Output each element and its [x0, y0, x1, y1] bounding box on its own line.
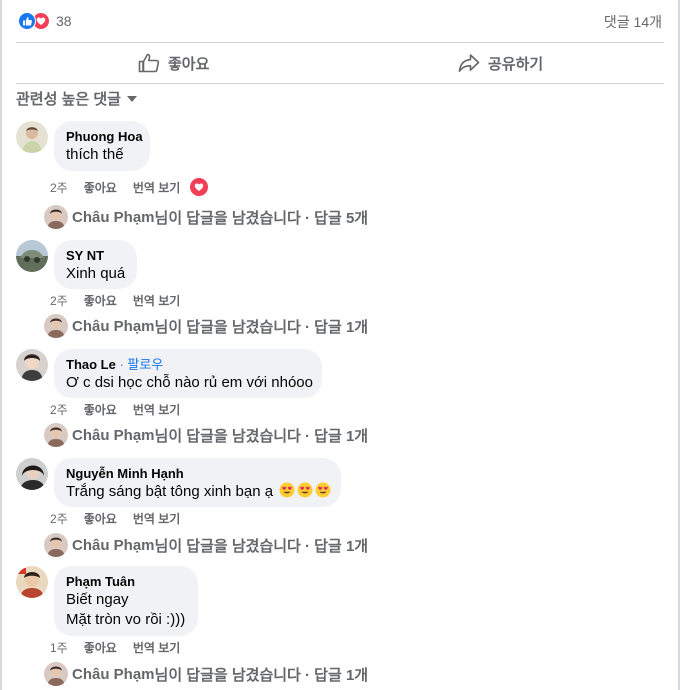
view-replies-link[interactable]: Châu Phạm 님이 답글을 남겼습니다 · 답글 1개 — [44, 533, 368, 557]
view-replies-link[interactable]: Châu Phạm 님이 답글을 남겼습니다 · 답글 1개 — [44, 423, 368, 447]
comment-author[interactable]: Phạm Tuân — [66, 574, 186, 590]
avatar[interactable] — [16, 566, 48, 598]
translate-link[interactable]: 번역 보기 — [133, 292, 181, 309]
reaction-count: 38 — [56, 13, 72, 29]
comment-meta: 1주 좋아요 번역 보기 — [50, 639, 196, 656]
comment-count-link[interactable]: 댓글 14개 — [604, 12, 662, 32]
comment-time[interactable]: 2주 — [50, 401, 68, 418]
comment-author[interactable]: SY NT — [66, 248, 125, 264]
heart-eyes-emoji-icon — [315, 482, 331, 498]
share-arrow-icon — [458, 54, 480, 72]
reply-avatar — [44, 533, 68, 557]
comment-text-body: Trắng sáng bật tông xinh bạn ạ — [66, 483, 274, 500]
comment-time[interactable]: 2주 — [50, 510, 68, 527]
comment-text-line: Biết ngay — [66, 591, 129, 608]
translate-link[interactable]: 번역 보기 — [133, 510, 181, 527]
heart-eyes-emoji-icon — [279, 482, 295, 498]
reply-author: Châu Phạm — [72, 208, 155, 226]
divider-bottom — [16, 83, 664, 84]
reply-avatar — [44, 423, 68, 447]
heart-reaction-icon[interactable] — [190, 178, 209, 196]
heart-eyes-emoji-icon — [297, 482, 313, 498]
comment-text: Ơ c dsi học chỗ nào rủ em với nhóoo — [66, 374, 313, 391]
comment-meta: 2주 좋아요 번역 보기 — [50, 178, 224, 196]
reply-summary: 님이 답글을 남겼습니다 · 답글 1개 — [154, 666, 369, 684]
reply-avatar — [44, 662, 68, 686]
comment-like-link[interactable]: 좋아요 — [84, 639, 117, 656]
avatar[interactable] — [16, 240, 48, 272]
caret-down-icon — [126, 95, 137, 102]
comment-like-link[interactable]: 좋아요 — [84, 401, 117, 418]
comment-bubble: SY NT Xinh quá — [54, 240, 137, 289]
comment-bubble: Thao Le · 팔로우 Ơ c dsi học chỗ nào rủ em … — [54, 349, 322, 398]
comment-author[interactable]: Phuong Hoa — [66, 129, 143, 145]
reply-author: Châu Phạm — [72, 317, 155, 335]
comment-sort-label: 관련성 높은 댓글 — [16, 91, 121, 108]
divider-top — [16, 42, 664, 43]
comment-time[interactable]: 2주 — [50, 292, 68, 309]
reply-author: Châu Phạm — [72, 665, 155, 683]
comment-text: thích thế — [66, 146, 124, 163]
reply-summary: 님이 답글을 남겼습니다 · 답글 1개 — [154, 427, 369, 445]
comment-text-line: Mặt tròn vo rồi :))) — [66, 611, 186, 628]
avatar[interactable] — [16, 349, 48, 381]
like-button[interactable]: 좋아요 — [138, 45, 209, 81]
avatar[interactable] — [16, 121, 48, 153]
like-reaction-icon — [18, 12, 36, 30]
reply-summary: 님이 답글을 남겼습니다 · 답글 1개 — [154, 318, 369, 336]
like-button-label: 좋아요 — [168, 55, 210, 73]
comment-bubble: Nguyễn Minh Hạnh Trắng sáng bật tông xin… — [54, 458, 341, 507]
comment-like-link[interactable]: 좋아요 — [84, 292, 117, 309]
reaction-summary[interactable]: 38 — [18, 10, 72, 32]
comment-meta: 2주 좋아요 번역 보기 — [50, 510, 196, 527]
comment-bubble: Phạm Tuân Biết ngay Mặt tròn vo rồi :))) — [54, 566, 198, 636]
translate-link[interactable]: 번역 보기 — [133, 639, 181, 656]
comment-like-link[interactable]: 좋아요 — [84, 510, 117, 527]
translate-link[interactable]: 번역 보기 — [133, 401, 181, 418]
comment-like-link[interactable]: 좋아요 — [84, 179, 117, 196]
comment-author[interactable]: Nguyễn Minh Hạnh — [66, 466, 329, 482]
comment-text: Xinh quá — [66, 265, 126, 282]
reply-summary: 님이 답글을 남겼습니다 · 답글 1개 — [154, 537, 369, 555]
comment-meta: 2주 좋아요 번역 보기 — [50, 401, 196, 418]
follow-link[interactable]: 팔로우 — [127, 357, 163, 372]
share-button-label: 공유하기 — [488, 55, 544, 73]
comment-author: Thao Le · 팔로우 — [66, 357, 164, 372]
thumbs-up-icon — [138, 53, 160, 73]
comment-meta: 2주 좋아요 번역 보기 — [50, 292, 196, 309]
comment-time[interactable]: 1주 — [50, 639, 68, 656]
reply-summary: 님이 답글을 남겼습니다 · 답글 5개 — [154, 209, 369, 227]
view-replies-link[interactable]: Châu Phạm 님이 답글을 남겼습니다 · 답글 1개 — [44, 314, 368, 338]
share-button[interactable]: 공유하기 — [458, 45, 543, 81]
reply-avatar — [44, 205, 68, 229]
reply-author: Châu Phạm — [72, 426, 155, 444]
comment-bubble: Phuong Hoa thích thế — [54, 121, 150, 171]
frame-edge-left — [0, 0, 2, 690]
reply-avatar — [44, 314, 68, 338]
view-replies-link[interactable]: Châu Phạm 님이 답글을 남겼습니다 · 답글 1개 — [44, 662, 368, 686]
comment-author-name[interactable]: Thao Le — [66, 357, 116, 372]
reply-author: Châu Phạm — [72, 536, 155, 554]
comment-text: Trắng sáng bật tông xinh bạn ạ — [66, 482, 331, 502]
comment-sort-dropdown[interactable]: 관련성 높은 댓글 — [16, 88, 137, 109]
avatar[interactable] — [16, 458, 48, 490]
comment-time[interactable]: 2주 — [50, 179, 68, 196]
translate-link[interactable]: 번역 보기 — [133, 179, 181, 196]
view-replies-link[interactable]: Châu Phạm 님이 답글을 남겼습니다 · 답글 5개 — [44, 205, 368, 229]
